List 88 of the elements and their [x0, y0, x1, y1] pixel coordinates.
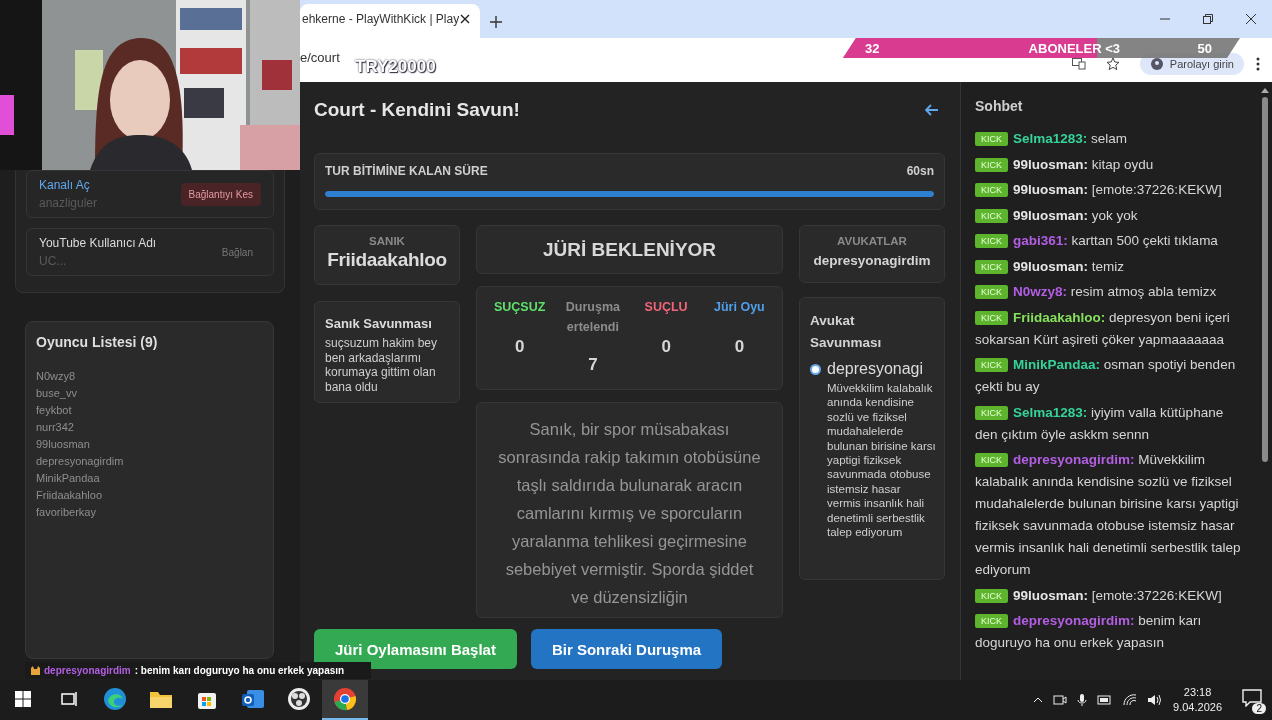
tab-title: ehkerne - PlayWithKick | Play: [302, 12, 460, 26]
clock[interactable]: 23:18 9.04.2026: [1173, 685, 1222, 715]
cat-icon: [31, 666, 40, 675]
player-name: 99luosman: [36, 437, 91, 452]
vote-count: 0: [514, 337, 525, 357]
windows-icon: [14, 690, 32, 708]
case-text: Sanık, bir spor müsabakası sonrasında rakip takımın otobüsüne taşlı saldırıda bulunarak aracın camlarını kırmış ve sporcuların yaralanma tehlikesi geçirmesine sebebiyet vermiştir. Sporda şiddet ve düzensizliğin: [497, 419, 762, 608]
player-name: feykbot: [36, 403, 73, 418]
star-icon: [1105, 57, 1120, 71]
timer-value: 60sn: [906, 164, 934, 178]
address-field[interactable]: e/court: [300, 49, 340, 65]
chrome-icon: [333, 687, 357, 711]
recorder-icon: [287, 687, 311, 711]
chat-message: KICK depresyonagirdim: Müvekkilim kalabalık anında kendisine sozlü ve fiziksel mudahalelerde bulunan birisine karsı yaptigi fiziksek savunmada otobuse istemsiz hasar vermis insanlık hali denetimli serbestlik talep ediyorum: [975, 451, 1242, 579]
browser-icon: [103, 687, 127, 711]
channel-link[interactable]: Kanalı Aç: [39, 178, 98, 192]
next-trial-button[interactable]: Bir Sonraki Duruşma: [530, 629, 723, 669]
vote-label: SUÇLU: [644, 299, 688, 316]
chat-message: KICK 99luosman: temiz: [975, 255, 1248, 278]
connect-button[interactable]: Bağlan: [213, 240, 261, 264]
player-name: favoriberkay: [36, 505, 97, 520]
player-name: buse_vv: [36, 386, 78, 401]
install-icon: [1071, 58, 1086, 70]
player-list-title: Oyuncu Listesi (9): [36, 334, 159, 350]
player-name: Friidaakahloo: [36, 488, 104, 503]
chat-message: KICK gabi361: karttan 500 çekti tıklama: [975, 230, 1248, 252]
scroll-up-icon: [1261, 88, 1269, 93]
chat-message: KICK N0wzy8: resim atmoş abla temizx: [975, 281, 1248, 303]
vote-label: SUÇSUZ: [493, 299, 546, 316]
defense-title: Sanık Savunması: [325, 315, 433, 333]
mail-icon: [241, 688, 265, 710]
microphone-icon: [1077, 693, 1088, 707]
battery-icon: [1097, 695, 1114, 705]
vote-label: Jüri Oyu: [714, 299, 765, 316]
disconnect-button[interactable]: Bağlantıyı Kes: [180, 182, 261, 206]
page-title: Court - Kendini Savun!: [314, 99, 520, 121]
taskbar-app[interactable]: [322, 680, 368, 720]
browser-tab[interactable]: ehkerne - PlayWithKick | Play: [300, 4, 480, 38]
speaker-icon: [1147, 694, 1164, 706]
lawyer-defense-title: Avukat Savunması: [810, 312, 883, 352]
goal-target: 50: [1197, 40, 1212, 56]
chat-message: KICK Selma1283: iyiyim valla kütüphane den çıktım öyle askkm sennn: [975, 403, 1225, 444]
radio-button[interactable]: [810, 364, 821, 375]
chat-message: KICK 99luosman: [emote:37226:KEKW]: [975, 179, 1248, 201]
folder-icon: [149, 689, 173, 709]
clock-time: 23:18: [1183, 685, 1212, 700]
restore-icon: [1202, 14, 1213, 24]
chat-message: KICK 99luosman: kitap oydu: [975, 153, 1248, 176]
account-label: YouTube Kullanıcı Adı: [39, 236, 157, 250]
key-icon: [1149, 57, 1164, 71]
chat-title: Sohbet: [975, 98, 1024, 114]
clock-date: 9.04.2026: [1173, 700, 1222, 715]
lawyer-name: depresyonagirdim: [813, 253, 931, 268]
overlay-text: TRY20000: [355, 57, 436, 77]
wifi-icon: [1123, 694, 1138, 706]
player-name: MinikPandaa: [36, 471, 101, 486]
camera-icon: [1053, 694, 1068, 706]
entry-text: Müvekkilim kalabalık anında kendisine sozlü ve fiziksel mudahalelerde bulunan birisine karsı yaptigi fiziksek savunmada otobuse istemsiz hasar vermis insanlık hali denetimli serbestlik talep ediyorum: [827, 381, 936, 540]
status-text: JÜRİ BEKLENİYOR: [542, 238, 717, 261]
back-arrow-icon: [925, 104, 939, 116]
player-name: depresyonagirdim: [36, 454, 125, 469]
lawyers-label: AVUKATLAR: [837, 235, 907, 247]
vote-count: 0: [734, 337, 745, 357]
chat-message: KICK 99luosman: yok yok: [975, 204, 1248, 227]
defendant-name: Friidaakahloo: [327, 249, 447, 271]
vote-count: 0: [661, 337, 671, 357]
defense-text: suçsuzum hakim bey ben arkadaşlarımı korumaya gittim olan bana oldu: [325, 336, 439, 394]
chevron-up-icon: [1033, 697, 1044, 703]
chat-message: KICK 99luosman: [emote:37226:KEKW]: [975, 584, 1248, 607]
vote-count: 7: [588, 355, 598, 375]
chat-message: KICK Selma1283: selam: [975, 128, 1248, 150]
task-view-icon: [60, 690, 78, 708]
notification-count: 2: [1252, 703, 1266, 714]
goal-current: 32: [865, 40, 880, 56]
plus-icon: [490, 16, 502, 28]
close-icon: [460, 14, 470, 24]
password-label: Parolayı girin: [1169, 58, 1234, 70]
close-icon: [1245, 14, 1256, 24]
defendant-label: SANIK: [369, 235, 405, 247]
entry-author: depresyonagi: [827, 360, 925, 378]
goal-label: ABONELER <3: [1028, 40, 1120, 56]
player-name: nurr342: [36, 420, 75, 435]
timer-label: TUR BİTİMİNE KALAN SÜRE: [325, 164, 488, 178]
more-icon: [1256, 57, 1260, 71]
vote-label: Duruşma ertelendi: [564, 299, 621, 336]
toast-username: depresyonagirdim: [44, 665, 131, 676]
player-name: N0wzy8: [36, 369, 77, 384]
chat-message: KICK depresyonagirdim: benim karı doguruyo ha onu erkek yapasın: [975, 612, 1203, 652]
